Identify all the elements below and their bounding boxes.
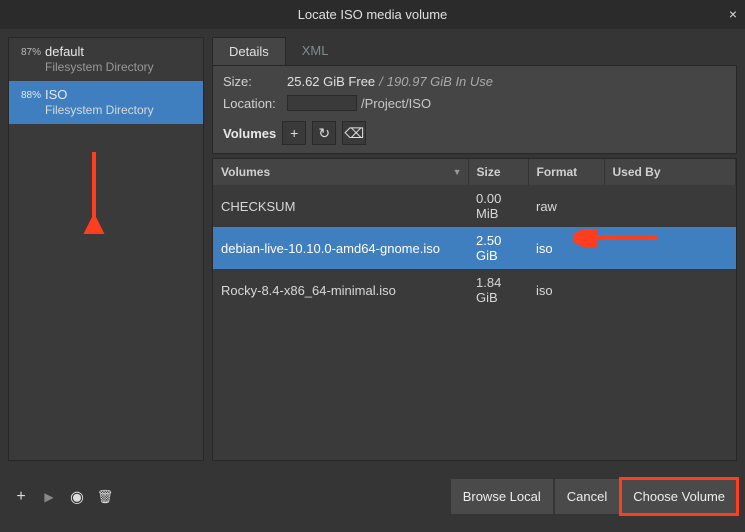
pool-details: Size: 25.62 GiB Free / 190.97 GiB In Use…: [212, 66, 737, 154]
cell-size: 1.84 GiB: [468, 269, 528, 311]
table-row[interactable]: debian-live-10.10.0-amd64-gnome.iso 2.50…: [213, 227, 736, 269]
pool-item-iso[interactable]: 88% ISO Filesystem Directory: [9, 81, 203, 124]
cell-name: CHECKSUM: [213, 185, 468, 227]
footer-left-tools: + ▶ ◉ 🗑: [8, 484, 118, 510]
pool-item-default[interactable]: 87% default Filesystem Directory: [9, 38, 203, 81]
location-label: Location:: [223, 96, 279, 111]
delete-volume-button[interactable]: ⌫: [342, 121, 366, 145]
delete-icon: ⌫: [344, 125, 364, 142]
plus-icon: +: [16, 488, 25, 506]
col-format[interactable]: Format: [528, 159, 604, 185]
pool-type: Filesystem Directory: [45, 103, 197, 119]
pool-usage-pct: 87%: [15, 44, 41, 58]
main-content: 87% default Filesystem Directory 88% ISO…: [0, 29, 745, 469]
location-path: /Project/ISO: [361, 96, 431, 111]
table-row[interactable]: CHECKSUM 0.00 MiB raw: [213, 185, 736, 227]
cell-format: raw: [528, 185, 604, 227]
cancel-button[interactable]: Cancel: [555, 479, 619, 514]
location-row: Location: /Project/ISO: [223, 95, 726, 111]
close-icon[interactable]: ×: [729, 6, 737, 22]
stop-icon: ◉: [70, 487, 84, 507]
plus-icon: +: [290, 125, 298, 141]
pool-usage-pct: 88%: [15, 87, 41, 101]
pool-type: Filesystem Directory: [45, 60, 197, 76]
size-row: Size: 25.62 GiB Free / 190.97 GiB In Use: [223, 74, 726, 89]
table-row[interactable]: Rocky-8.4-x86_64-minimal.iso 1.84 GiB is…: [213, 269, 736, 311]
add-pool-button[interactable]: +: [8, 484, 34, 510]
cell-format: iso: [528, 269, 604, 311]
refresh-button[interactable]: ↻: [312, 121, 336, 145]
volumes-toolbar: Volumes + ↻ ⌫: [223, 121, 726, 145]
start-pool-button[interactable]: ▶: [36, 484, 62, 510]
tab-bar: Details XML: [212, 37, 737, 66]
volumes-table: Volumes▼ Size Format Used By CHECKSUM 0.…: [213, 159, 736, 311]
col-size[interactable]: Size: [468, 159, 528, 185]
location-redacted: [287, 95, 357, 111]
browse-local-button[interactable]: Browse Local: [451, 479, 553, 514]
pool-name: default: [45, 44, 197, 60]
window-title: Locate ISO media volume: [298, 7, 448, 22]
size-free: 25.62 GiB Free: [287, 74, 375, 89]
table-header-row: Volumes▼ Size Format Used By: [213, 159, 736, 185]
titlebar: Locate ISO media volume ×: [0, 0, 745, 29]
size-inuse: 190.97 GiB In Use: [387, 74, 493, 89]
cell-usedby: [604, 227, 736, 269]
stop-pool-button[interactable]: ◉: [64, 484, 90, 510]
cell-name: debian-live-10.10.0-amd64-gnome.iso: [213, 227, 468, 269]
play-icon: ▶: [44, 490, 53, 504]
tab-details[interactable]: Details: [212, 37, 286, 65]
refresh-icon: ↻: [318, 125, 330, 142]
cell-size: 0.00 MiB: [468, 185, 528, 227]
footer: + ▶ ◉ 🗑 Browse Local Cancel Choose Volum…: [0, 469, 745, 524]
add-volume-button[interactable]: +: [282, 121, 306, 145]
cell-usedby: [604, 269, 736, 311]
choose-volume-button[interactable]: Choose Volume: [621, 479, 737, 514]
footer-right-actions: Browse Local Cancel Choose Volume: [451, 479, 737, 514]
cell-size: 2.50 GiB: [468, 227, 528, 269]
col-usedby[interactable]: Used By: [604, 159, 736, 185]
pool-name: ISO: [45, 87, 197, 103]
cell-format: iso: [528, 227, 604, 269]
col-volumes[interactable]: Volumes▼: [213, 159, 468, 185]
cell-usedby: [604, 185, 736, 227]
volumes-table-wrap: Volumes▼ Size Format Used By CHECKSUM 0.…: [212, 158, 737, 461]
trash-icon: 🗑: [97, 489, 114, 505]
sort-indicator-icon: ▼: [453, 167, 462, 177]
delete-pool-button[interactable]: 🗑: [92, 484, 118, 510]
size-sep: /: [379, 74, 383, 89]
volumes-label: Volumes: [223, 126, 276, 141]
cell-name: Rocky-8.4-x86_64-minimal.iso: [213, 269, 468, 311]
pool-sidebar: 87% default Filesystem Directory 88% ISO…: [8, 37, 204, 461]
details-panel: Details XML Size: 25.62 GiB Free / 190.9…: [212, 37, 737, 461]
tab-xml[interactable]: XML: [286, 37, 345, 65]
size-label: Size:: [223, 74, 279, 89]
